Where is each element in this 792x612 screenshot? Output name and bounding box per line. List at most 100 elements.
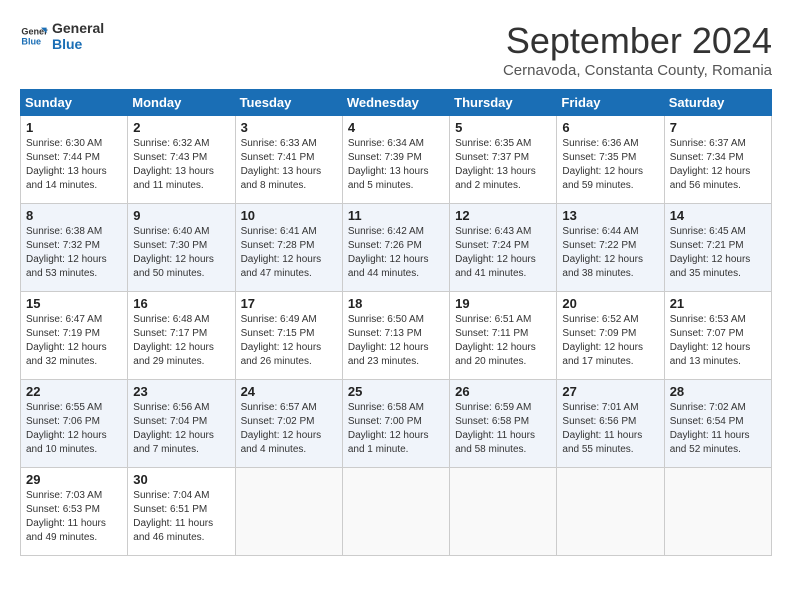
day-number: 6 xyxy=(562,120,658,135)
calendar-day: 28 Sunrise: 7:02 AMSunset: 6:54 PMDayligh… xyxy=(664,380,771,468)
calendar-week-1: 1 Sunrise: 6:30 AMSunset: 7:44 PMDaylight… xyxy=(21,116,772,204)
calendar-table: SundayMondayTuesdayWednesdayThursdayFrid… xyxy=(20,89,772,556)
calendar-day: 3 Sunrise: 6:33 AMSunset: 7:41 PMDaylight… xyxy=(235,116,342,204)
day-number: 22 xyxy=(26,384,122,399)
header-sunday: Sunday xyxy=(21,90,128,116)
day-number: 29 xyxy=(26,472,122,487)
day-info: Sunrise: 6:44 AMSunset: 7:22 PMDaylight:… xyxy=(562,225,658,281)
logo-line2: Blue xyxy=(52,36,104,52)
day-number: 3 xyxy=(241,120,337,135)
calendar-day: 11 Sunrise: 6:42 AMSunset: 7:26 PMDayligh… xyxy=(342,204,449,292)
day-info: Sunrise: 6:32 AMSunset: 7:43 PMDaylight:… xyxy=(133,137,229,193)
day-number: 18 xyxy=(348,296,444,311)
day-info: Sunrise: 6:45 AMSunset: 7:21 PMDaylight:… xyxy=(670,225,766,281)
calendar-week-5: 29Sunrise: 7:03 AMSunset: 6:53 PMDayligh… xyxy=(21,468,772,556)
calendar-day: 8 Sunrise: 6:38 AMSunset: 7:32 PMDaylight… xyxy=(21,204,128,292)
day-info: Sunrise: 7:01 AMSunset: 6:56 PMDaylight:… xyxy=(562,401,658,457)
calendar-day xyxy=(450,468,557,556)
day-info: Sunrise: 7:02 AMSunset: 6:54 PMDaylight:… xyxy=(670,401,766,457)
day-number: 28 xyxy=(670,384,766,399)
day-info: Sunrise: 6:59 AMSunset: 6:58 PMDaylight:… xyxy=(455,401,551,457)
day-info: Sunrise: 6:49 AMSunset: 7:15 PMDaylight:… xyxy=(241,313,337,369)
header-friday: Friday xyxy=(557,90,664,116)
day-number: 20 xyxy=(562,296,658,311)
day-info: Sunrise: 6:41 AMSunset: 7:28 PMDaylight:… xyxy=(241,225,337,281)
calendar-day: 2 Sunrise: 6:32 AMSunset: 7:43 PMDaylight… xyxy=(128,116,235,204)
calendar-week-2: 8 Sunrise: 6:38 AMSunset: 7:32 PMDaylight… xyxy=(21,204,772,292)
header-thursday: Thursday xyxy=(450,90,557,116)
day-number: 23 xyxy=(133,384,229,399)
day-info: Sunrise: 6:42 AMSunset: 7:26 PMDaylight:… xyxy=(348,225,444,281)
day-number: 30 xyxy=(133,472,229,487)
title-block: September 2024 Cernavoda, Constanta Coun… xyxy=(503,20,772,79)
day-number: 1 xyxy=(26,120,122,135)
calendar-day: 4Sunrise: 6:34 AMSunset: 7:39 PMDaylight… xyxy=(342,116,449,204)
day-info: Sunrise: 6:34 AMSunset: 7:39 PMDaylight:… xyxy=(348,137,444,193)
day-info: Sunrise: 6:37 AMSunset: 7:34 PMDaylight:… xyxy=(670,137,766,193)
day-number: 16 xyxy=(133,296,229,311)
month-title: September 2024 xyxy=(503,20,772,62)
day-number: 17 xyxy=(241,296,337,311)
day-number: 13 xyxy=(562,208,658,223)
page-header: General Blue General Blue September 2024… xyxy=(20,20,772,79)
calendar-day xyxy=(235,468,342,556)
calendar-day: 15 Sunrise: 6:47 AMSunset: 7:19 PMDayligh… xyxy=(21,292,128,380)
logo: General Blue General Blue xyxy=(20,20,104,52)
calendar-day: 5 Sunrise: 6:35 AMSunset: 7:37 PMDaylight… xyxy=(450,116,557,204)
day-number: 8 xyxy=(26,208,122,223)
day-info: Sunrise: 6:47 AMSunset: 7:19 PMDaylight:… xyxy=(26,313,122,369)
calendar-day: 23 Sunrise: 6:56 AMSunset: 7:04 PMDayligh… xyxy=(128,380,235,468)
day-info: Sunrise: 6:51 AMSunset: 7:11 PMDaylight:… xyxy=(455,313,551,369)
calendar-day: 16Sunrise: 6:48 AMSunset: 7:17 PMDayligh… xyxy=(128,292,235,380)
calendar-day: 13 Sunrise: 6:44 AMSunset: 7:22 PMDayligh… xyxy=(557,204,664,292)
day-number: 25 xyxy=(348,384,444,399)
calendar-day: 7 Sunrise: 6:37 AMSunset: 7:34 PMDaylight… xyxy=(664,116,771,204)
calendar-day: 17 Sunrise: 6:49 AMSunset: 7:15 PMDayligh… xyxy=(235,292,342,380)
day-info: Sunrise: 6:35 AMSunset: 7:37 PMDaylight:… xyxy=(455,137,551,193)
day-number: 9 xyxy=(133,208,229,223)
header-wednesday: Wednesday xyxy=(342,90,449,116)
day-number: 15 xyxy=(26,296,122,311)
day-number: 7 xyxy=(670,120,766,135)
day-number: 5 xyxy=(455,120,551,135)
logo-icon: General Blue xyxy=(20,22,48,50)
day-info: Sunrise: 6:38 AMSunset: 7:32 PMDaylight:… xyxy=(26,225,122,281)
day-info: Sunrise: 6:33 AMSunset: 7:41 PMDaylight:… xyxy=(241,137,337,193)
calendar-day: 10 Sunrise: 6:41 AMSunset: 7:28 PMDayligh… xyxy=(235,204,342,292)
calendar-day: 26 Sunrise: 6:59 AMSunset: 6:58 PMDayligh… xyxy=(450,380,557,468)
day-info: Sunrise: 6:56 AMSunset: 7:04 PMDaylight:… xyxy=(133,401,229,457)
calendar-day xyxy=(342,468,449,556)
calendar-day: 24Sunrise: 6:57 AMSunset: 7:02 PMDayligh… xyxy=(235,380,342,468)
day-info: Sunrise: 6:43 AMSunset: 7:24 PMDaylight:… xyxy=(455,225,551,281)
day-number: 14 xyxy=(670,208,766,223)
day-number: 24 xyxy=(241,384,337,399)
day-number: 10 xyxy=(241,208,337,223)
day-info: Sunrise: 6:30 AMSunset: 7:44 PMDaylight:… xyxy=(26,137,122,193)
logo-line1: General xyxy=(52,20,104,36)
svg-text:Blue: Blue xyxy=(21,36,41,46)
calendar-week-3: 15 Sunrise: 6:47 AMSunset: 7:19 PMDayligh… xyxy=(21,292,772,380)
day-info: Sunrise: 6:52 AMSunset: 7:09 PMDaylight:… xyxy=(562,313,658,369)
day-info: Sunrise: 6:36 AMSunset: 7:35 PMDaylight:… xyxy=(562,137,658,193)
day-info: Sunrise: 6:58 AMSunset: 7:00 PMDaylight:… xyxy=(348,401,444,457)
calendar-day xyxy=(664,468,771,556)
calendar-day: 6 Sunrise: 6:36 AMSunset: 7:35 PMDaylight… xyxy=(557,116,664,204)
header-monday: Monday xyxy=(128,90,235,116)
location-subtitle: Cernavoda, Constanta County, Romania xyxy=(503,62,772,79)
header-saturday: Saturday xyxy=(664,90,771,116)
day-info: Sunrise: 6:40 AMSunset: 7:30 PMDaylight:… xyxy=(133,225,229,281)
day-number: 21 xyxy=(670,296,766,311)
calendar-day: 30Sunrise: 7:04 AMSunset: 6:51 PMDayligh… xyxy=(128,468,235,556)
calendar-day: 22Sunrise: 6:55 AMSunset: 7:06 PMDayligh… xyxy=(21,380,128,468)
calendar-week-4: 22Sunrise: 6:55 AMSunset: 7:06 PMDayligh… xyxy=(21,380,772,468)
day-info: Sunrise: 6:53 AMSunset: 7:07 PMDaylight:… xyxy=(670,313,766,369)
day-number: 26 xyxy=(455,384,551,399)
day-number: 27 xyxy=(562,384,658,399)
calendar-day: 29Sunrise: 7:03 AMSunset: 6:53 PMDayligh… xyxy=(21,468,128,556)
calendar-day: 27 Sunrise: 7:01 AMSunset: 6:56 PMDayligh… xyxy=(557,380,664,468)
calendar-day: 1 Sunrise: 6:30 AMSunset: 7:44 PMDaylight… xyxy=(21,116,128,204)
calendar-day: 9 Sunrise: 6:40 AMSunset: 7:30 PMDaylight… xyxy=(128,204,235,292)
day-number: 11 xyxy=(348,208,444,223)
day-number: 2 xyxy=(133,120,229,135)
calendar-day: 20 Sunrise: 6:52 AMSunset: 7:09 PMDayligh… xyxy=(557,292,664,380)
